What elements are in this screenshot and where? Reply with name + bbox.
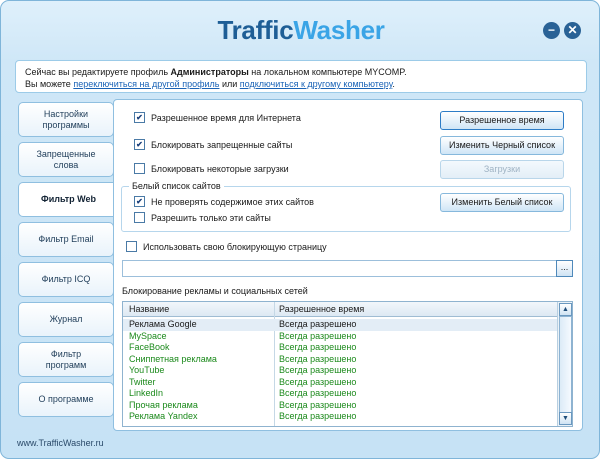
profile-name: Администраторы — [170, 67, 249, 77]
row-name: Прочая реклама — [129, 399, 198, 410]
table-row[interactable]: MySpace Всегда разрешено — [123, 331, 557, 343]
allowed-time-checkbox[interactable]: ✔ Разрешенное время для Интернета — [134, 112, 301, 123]
row-time: Всегда разрешено — [279, 365, 357, 375]
custom-page-checkbox[interactable]: Использовать свою блокирующую страницу — [126, 241, 327, 252]
row-name: Сниппетная реклама — [129, 353, 217, 364]
profile-info-line1: Сейчас вы редактируете профиль Администр… — [25, 67, 407, 77]
row-name: Реклама Yandex — [129, 411, 198, 421]
change-blacklist-button[interactable]: Изменить Черный список — [440, 136, 564, 155]
row-time: Всегда разрешено — [279, 411, 357, 421]
switch-profile-link[interactable]: переключиться на другой профиль — [73, 79, 219, 89]
close-icon[interactable]: ✕ — [564, 22, 581, 39]
row-name: FaceBook — [129, 342, 170, 352]
scrollbar-thumb[interactable] — [559, 316, 572, 413]
tab-settings[interactable]: Настройки программы — [18, 102, 114, 137]
downloads-button: Загрузки — [440, 160, 564, 179]
ads-section-title: Блокирование рекламы и социальных сетей — [122, 286, 308, 296]
browse-button[interactable]: ... — [556, 260, 573, 277]
row-name: YouTube — [129, 365, 165, 375]
tab-program-filter[interactable]: Фильтр программ — [18, 342, 114, 377]
row-name: Twitter — [129, 376, 156, 387]
row-time: Всегда разрешено — [279, 376, 357, 387]
profile-info-line2: Вы можете переключиться на другой профил… — [25, 79, 395, 89]
checkbox-box[interactable] — [134, 212, 145, 223]
table-header: Название Разрешенное время — [123, 302, 557, 317]
ads-table[interactable]: Название Разрешенное время Реклама Googl… — [122, 301, 573, 427]
block-sites-checkbox[interactable]: ✔ Блокировать запрещенные сайты — [134, 139, 292, 150]
block-downloads-checkbox[interactable]: Блокировать некоторые загрузки — [134, 163, 289, 174]
table-row[interactable]: YouTube Всегда разрешено — [123, 365, 557, 377]
checkbox-box[interactable]: ✔ — [134, 139, 145, 150]
checkbox-box[interactable] — [134, 163, 145, 174]
table-scrollbar[interactable]: ▲ ▼ — [557, 302, 572, 426]
row-name: Реклама Google — [129, 319, 197, 329]
tab-journal[interactable]: Журнал — [18, 302, 114, 337]
profile-info-box: Сейчас вы редактируете профиль Администр… — [15, 60, 587, 93]
row-name: LinkedIn — [129, 388, 164, 398]
checkbox-box[interactable]: ✔ — [134, 112, 145, 123]
table-row[interactable]: Twitter Всегда разрешено — [123, 377, 557, 389]
column-header-name[interactable]: Название — [129, 304, 169, 314]
checkbox-box[interactable] — [126, 241, 137, 252]
column-header-time[interactable]: Разрешенное время — [279, 304, 364, 314]
tab-email-filter[interactable]: Фильтр Email — [18, 222, 114, 257]
checkbox-box[interactable]: ✔ — [134, 196, 145, 207]
app-window: TrafficWasher − ✕ Сейчас вы редактируете… — [0, 0, 600, 459]
tab-web-filter[interactable]: Фильтр Web — [18, 182, 118, 217]
table-row[interactable]: Прочая реклама Всегда разрешено — [123, 400, 557, 412]
scroll-up-icon[interactable]: ▲ — [559, 303, 572, 316]
tab-icq-filter[interactable]: Фильтр ICQ — [18, 262, 114, 297]
table-row[interactable]: Сниппетная реклама Всегда разрешено — [123, 354, 557, 366]
table-row[interactable]: Реклама Yandex Всегда разрешено — [123, 411, 557, 423]
row-time: Всегда разрешено — [279, 353, 357, 364]
website-footer: www.TrafficWasher.ru — [17, 438, 104, 448]
app-logo: TrafficWasher — [217, 15, 385, 45]
table-row[interactable]: FaceBook Всегда разрешено — [123, 342, 557, 354]
whitelist-title: Белый список сайтов — [129, 181, 224, 191]
row-time: Всегда разрешено — [279, 399, 357, 410]
table-row[interactable]: Реклама Google Всегда разрешено — [123, 319, 557, 331]
scroll-down-icon[interactable]: ▼ — [559, 412, 572, 425]
only-these-checkbox[interactable]: Разрешить только эти сайты — [134, 212, 271, 223]
change-whitelist-button[interactable]: Изменить Белый список — [440, 193, 564, 212]
tab-about[interactable]: О программе — [18, 382, 114, 417]
connect-computer-link[interactable]: подключиться к другому компьютеру — [240, 79, 393, 89]
row-time: Всегда разрешено — [279, 330, 357, 341]
row-time: Всегда разрешено — [279, 388, 357, 398]
no-check-checkbox[interactable]: ✔ Не проверять содержимое этих сайтов — [134, 196, 314, 207]
tab-forbidden-words[interactable]: Запрещенные слова — [18, 142, 114, 177]
table-row[interactable]: LinkedIn Всегда разрешено — [123, 388, 557, 400]
row-time: Всегда разрешено — [279, 319, 357, 329]
row-time: Всегда разрешено — [279, 342, 357, 352]
block-page-path-input[interactable] — [122, 260, 573, 277]
allowed-time-button[interactable]: Разрешенное время — [440, 111, 564, 130]
minimize-icon[interactable]: − — [543, 22, 560, 39]
row-name: MySpace — [129, 330, 167, 341]
